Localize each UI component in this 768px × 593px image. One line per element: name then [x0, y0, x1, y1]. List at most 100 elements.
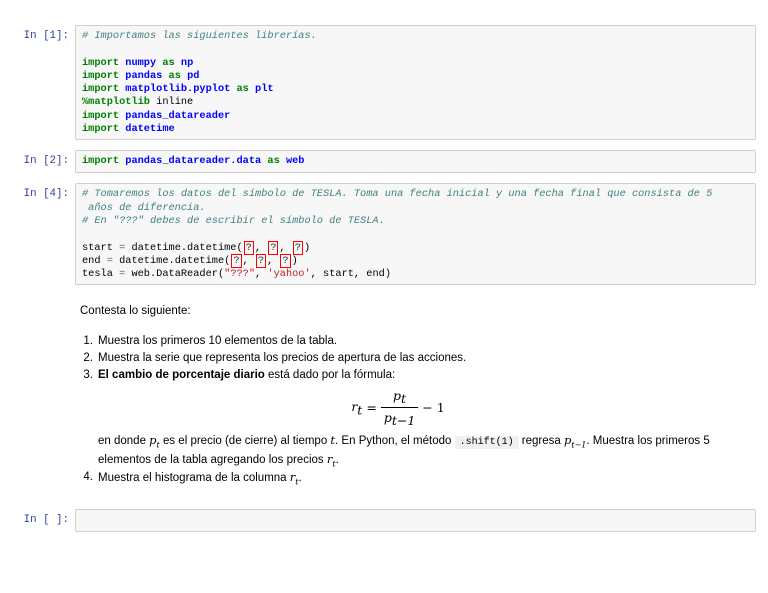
markdown-intro: Contesta lo siguiente: — [80, 305, 191, 318]
formula-equals: = — [366, 400, 377, 416]
code-token-p: datetime.datetime( — [125, 241, 243, 254]
code-input-area-2[interactable]: import pandas_datareader.data as web — [75, 150, 756, 174]
list-number-1: 1. — [83, 335, 93, 348]
code-input-area-1[interactable]: # Importamos las siguientes librerías. i… — [75, 25, 756, 141]
markdown-prompt-spacer — [0, 303, 75, 308]
code-token-c: # En "???" debes de escribir el símbolo … — [82, 214, 385, 227]
fraction-numerator: pt — [380, 387, 419, 409]
list-text-1: Muestra los primeros 10 elementos de la … — [98, 335, 338, 348]
notebook: In [1]: # Importamos las siguientes libr… — [0, 0, 768, 533]
code-cell-3: In [4]: # Tomaremos los datos del símbol… — [0, 183, 768, 286]
fraction-denominator: pt−1 — [383, 410, 416, 429]
para-text-1: en donde — [98, 435, 150, 448]
formula-lhs: rt — [351, 399, 363, 418]
code-token-s: 'yahoo' — [267, 268, 311, 281]
markdown-paragraph: en donde pt es el precio (de cierre) al … — [98, 432, 756, 469]
input-prompt-3: In [4]: — [23, 188, 69, 201]
code-token-nn: np — [180, 56, 194, 69]
math-r-t: rt — [326, 452, 336, 469]
code-token-c: # Tomaremos los datos del símbolo de TES… — [82, 188, 713, 201]
list-text-3: El cambio de porcentaje diario está dado… — [98, 367, 395, 384]
code-token-p: tesla — [82, 268, 120, 281]
code-token-e: ? — [292, 240, 303, 255]
code-token-p: , — [267, 254, 280, 267]
code-token-e: ? — [231, 253, 242, 268]
code-token-e: ? — [280, 253, 291, 268]
code-token-p: web.DataReader( — [125, 268, 225, 281]
code-content-3: # Tomaremos los datos del símbolo de TES… — [82, 188, 749, 281]
para-text-3: . En Python, el método — [335, 435, 455, 448]
code-content-1: # Importamos las siguientes librerías. i… — [82, 30, 749, 136]
code-token-nn: datetime — [125, 123, 175, 136]
list-bold-3: El cambio de porcentaje diario — [98, 369, 265, 382]
code-token-e: ? — [255, 253, 267, 268]
code-token-nn: pandas_datareader — [125, 109, 231, 122]
input-prompt-1: In [1]: — [23, 30, 69, 42]
para-text-2: es el precio (de cierre) al tiempo — [159, 435, 331, 448]
code-token-p: , — [242, 254, 255, 267]
code-token-k: as — [162, 56, 175, 69]
para-text-6: . — [335, 454, 339, 467]
code-token-k: as — [267, 155, 280, 168]
math-p-t-minus-1: pt−1 — [564, 433, 587, 450]
list-number-4: 4. — [83, 471, 93, 484]
code-token-p: end — [82, 254, 107, 267]
formula-tail: − 1 — [422, 400, 445, 416]
code-token-k: %matplotlib — [82, 96, 150, 109]
code-token-nn: pandas — [125, 69, 163, 82]
code-cell-1: In [1]: # Importamos las siguientes libr… — [0, 25, 768, 141]
code-token-p: ) — [291, 254, 298, 267]
code-token-k: import — [82, 69, 120, 82]
code-token-nn: pandas_datareader.data — [125, 155, 262, 168]
code-token-p: , — [279, 241, 292, 254]
list-text-4: Muestra el histograma de la columna rt. — [98, 470, 302, 487]
input-prompt-empty: In [ ]: — [23, 514, 69, 527]
code-content-2: import pandas_datareader.data as web — [82, 155, 749, 168]
empty-code-cell: In [ ]: — [0, 509, 768, 533]
code-token-p: start — [82, 241, 120, 254]
empty-code-content — [82, 514, 749, 527]
input-prompt-2: In [2]: — [23, 155, 69, 168]
code-token-p: , — [255, 268, 268, 281]
code-token-nn: pd — [187, 69, 200, 82]
list-rest-3: está dado por la fórmula: — [264, 369, 396, 382]
code-token-k: import — [82, 109, 120, 122]
math-p-t: pt — [149, 433, 160, 450]
code-token-s: "???" — [224, 268, 256, 281]
code-token-k: import — [82, 56, 120, 69]
code-token-nn: plt — [255, 83, 274, 96]
code-token-c: años de diferencia. — [82, 201, 206, 214]
list-item-1: 1. Muestra los primeros 10 elementos de … — [80, 333, 756, 350]
code-token-k: import — [82, 83, 120, 96]
code-token-e: ? — [268, 240, 279, 255]
code-token-k: as — [168, 69, 181, 82]
code-token-p: , — [254, 241, 268, 254]
list-number-3: 3. — [83, 369, 93, 382]
code-token-nn: matplotlib.pyplot — [125, 83, 231, 96]
formula: rt = pt pt−1 − 1 — [80, 387, 716, 428]
code-token-p: , start, end) — [310, 268, 392, 281]
code-input-area-3[interactable]: # Tomaremos los datos del símbolo de TES… — [75, 183, 756, 286]
code-token-p: ) — [303, 241, 311, 254]
formula-fraction: pt pt−1 — [380, 387, 419, 429]
list-number-2: 2. — [83, 352, 93, 365]
markdown-cell: Contesta lo siguiente: 1. Muestra los pr… — [0, 303, 768, 487]
code-token-k: import — [82, 123, 120, 136]
code-token-k: import — [82, 155, 120, 168]
code-token-nn: web — [285, 155, 305, 168]
code-token-p: datetime.datetime( — [112, 254, 231, 267]
markdown-body: Contesta lo siguiente: 1. Muestra los pr… — [75, 303, 756, 487]
list-item-3: 3. El cambio de porcentaje diario está d… — [80, 367, 756, 384]
code-cell-2: In [2]: import pandas_datareader.data as… — [0, 150, 768, 174]
code-token-c: # Importamos las siguientes librerías. — [82, 30, 317, 42]
list-item-2: 2. Muestra la serie que representa los p… — [80, 350, 756, 367]
para-text-4: regresa — [518, 435, 564, 448]
code-token-k: as — [236, 83, 249, 96]
inline-code-shift: .shift(1) — [454, 436, 519, 450]
list-text-2: Muestra la serie que representa los prec… — [98, 352, 467, 365]
code-token-p: inline — [149, 96, 194, 109]
list-item-4: 4. Muestra el histograma de la columna r… — [80, 469, 756, 487]
empty-code-input-area[interactable] — [75, 509, 756, 533]
code-token-e: ? — [243, 240, 254, 255]
code-token-nn: numpy — [125, 56, 157, 69]
